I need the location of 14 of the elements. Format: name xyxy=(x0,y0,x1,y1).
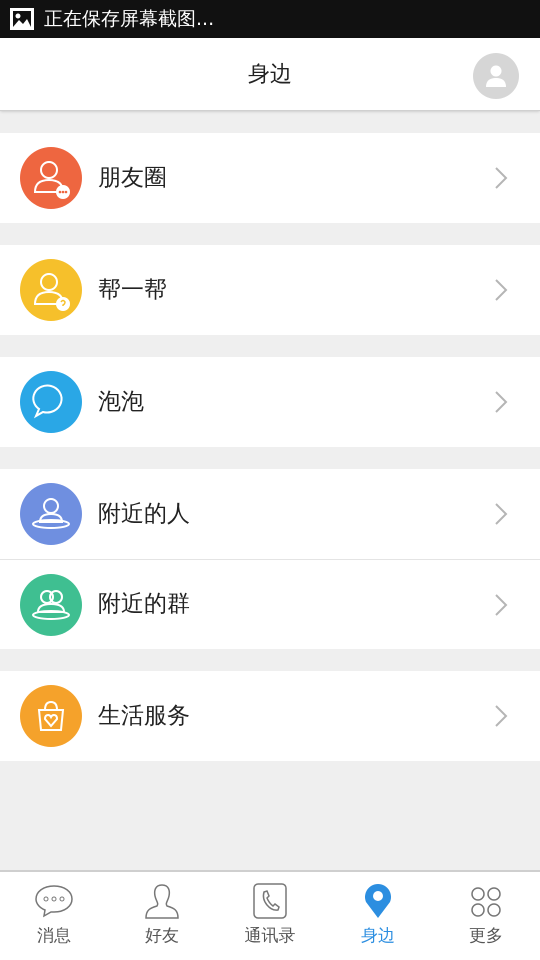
page-title: 身边 xyxy=(248,60,292,88)
avatar-icon[interactable] xyxy=(473,53,519,99)
chevron-icon xyxy=(494,278,508,302)
tab-item[interactable]: 消息 xyxy=(0,872,108,960)
image-icon xyxy=(10,8,34,30)
chevron-icon xyxy=(494,704,508,728)
status-text: 正在保存屏幕截图... xyxy=(44,6,214,32)
chevron-icon xyxy=(494,166,508,190)
chevron-icon xyxy=(494,592,508,616)
tab-item[interactable]: 更多 xyxy=(432,872,540,960)
chevron-icon xyxy=(494,502,508,526)
tab-item[interactable]: 好友 xyxy=(108,872,216,960)
tab-item[interactable]: 通讯录 xyxy=(216,872,324,960)
chevron-icon xyxy=(494,390,508,414)
